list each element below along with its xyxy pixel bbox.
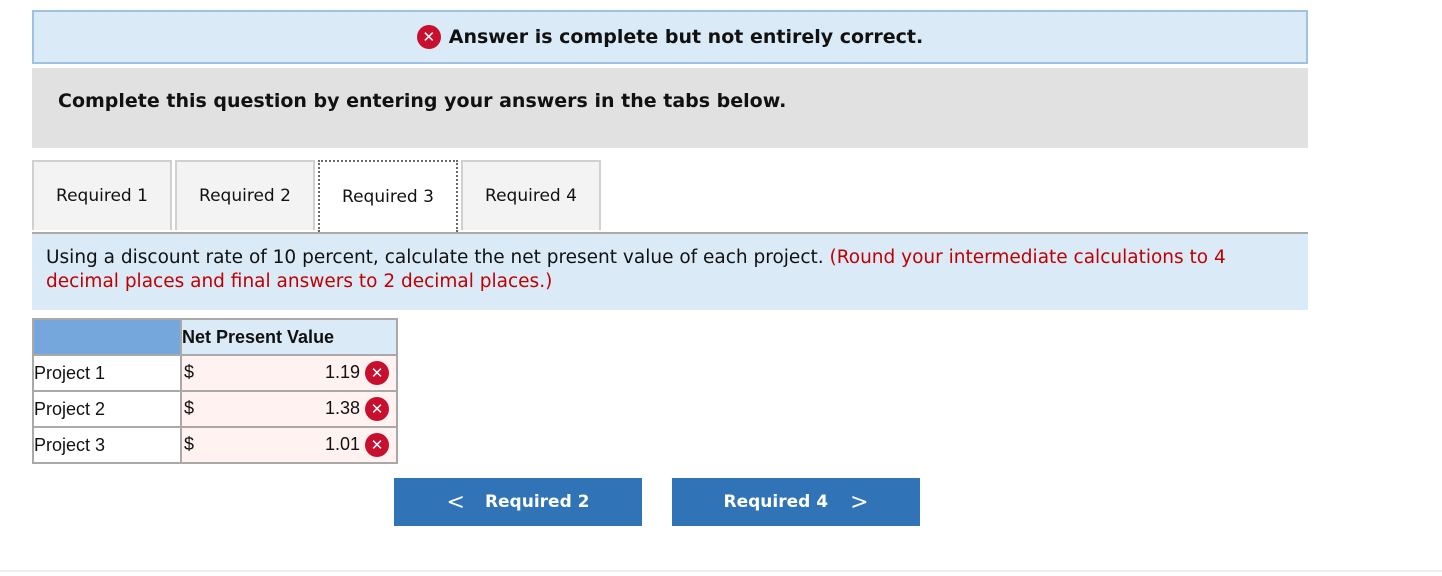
tab-required-4[interactable]: Required 4: [461, 160, 601, 230]
table-row: Project 3 $ 1.01 ✕: [32, 426, 398, 464]
instruction-bar: Complete this question by entering your …: [32, 68, 1308, 148]
npv-value: 1.19: [324, 362, 360, 382]
npv-table: Net Present Value Project 1 $ 1.19 ✕ Pro…: [32, 318, 398, 464]
tab-bar: Required 1 Required 2 Required 3 Require…: [32, 160, 1308, 234]
prev-button-label: Required 2: [484, 492, 590, 512]
npv-value: 1.01: [324, 434, 360, 454]
npv-input-project-1[interactable]: $ 1.19 ✕: [180, 354, 398, 392]
npv-input-project-2[interactable]: $ 1.38 ✕: [180, 390, 398, 428]
table-row: Project 2 $ 1.38 ✕: [32, 390, 398, 428]
tab-required-3[interactable]: Required 3: [318, 160, 458, 232]
x-circle-icon: ✕: [416, 25, 441, 49]
table-corner-cell: [32, 318, 182, 356]
npv-input-project-3[interactable]: $ 1.01 ✕: [180, 426, 398, 464]
question-text: Using a discount rate of 10 percent, cal…: [46, 247, 824, 268]
incorrect-icon: ✕: [365, 361, 389, 385]
question-box: Using a discount rate of 10 percent, cal…: [32, 234, 1308, 310]
bottom-divider: [0, 570, 1442, 572]
prev-required-button[interactable]: < Required 2: [394, 478, 642, 526]
tab-required-1[interactable]: Required 1: [32, 160, 172, 230]
feedback-banner: ✕ Answer is complete but not entirely co…: [32, 10, 1308, 64]
currency-symbol: $: [184, 362, 195, 382]
feedback-text: Answer is complete but not entirely corr…: [448, 26, 924, 48]
next-required-button[interactable]: Required 4 >: [672, 478, 920, 526]
column-header-npv: Net Present Value: [180, 318, 398, 356]
row-label: Project 1: [32, 354, 182, 392]
table-header-row: Net Present Value: [32, 318, 398, 356]
row-label: Project 3: [32, 426, 182, 464]
tab-required-2[interactable]: Required 2: [175, 160, 315, 230]
chevron-left-icon: <: [446, 489, 465, 515]
currency-symbol: $: [184, 434, 195, 454]
chevron-right-icon: >: [850, 489, 869, 515]
row-label: Project 2: [32, 390, 182, 428]
next-button-label: Required 4: [723, 492, 829, 512]
table-row: Project 1 $ 1.19 ✕: [32, 354, 398, 392]
instruction-text: Complete this question by entering your …: [58, 90, 787, 112]
incorrect-icon: ✕: [365, 397, 389, 421]
npv-value: 1.38: [324, 398, 360, 418]
incorrect-icon: ✕: [365, 433, 389, 457]
currency-symbol: $: [184, 398, 195, 418]
